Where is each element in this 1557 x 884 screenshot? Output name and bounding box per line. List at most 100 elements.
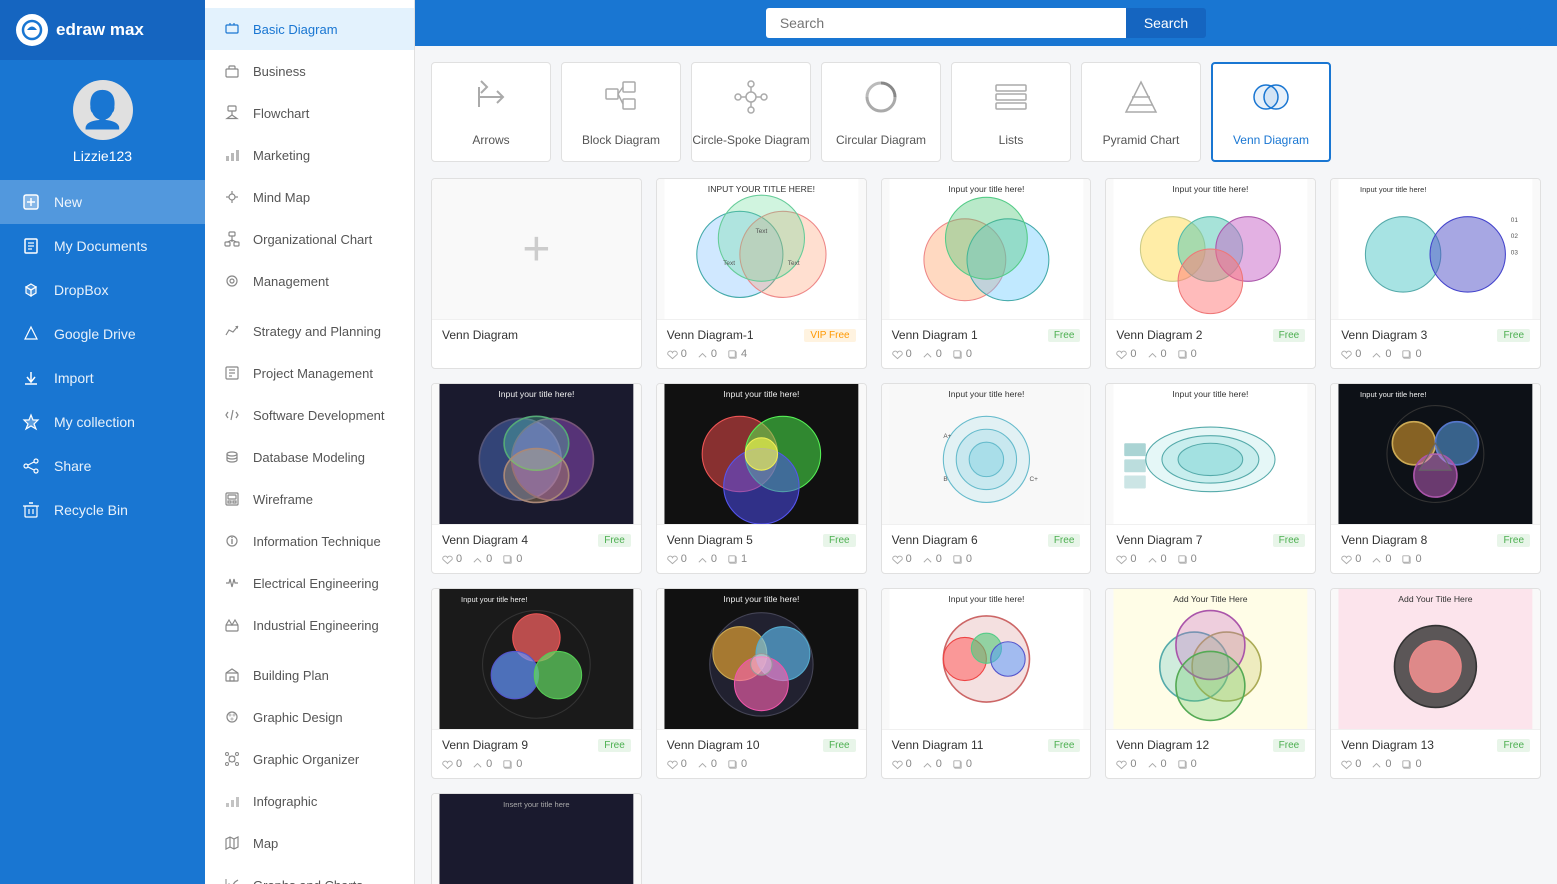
template-card-vd5[interactable]: Input your title here! Venn Diagram 5 Fr…	[656, 383, 867, 574]
sidebar-item-import[interactable]: Import	[0, 356, 205, 400]
template-card-vd13[interactable]: Add Your Title Here Venn Diagram 13 Free…	[1330, 588, 1541, 779]
svg-text:Input your title here!: Input your title here!	[723, 594, 799, 604]
template-name: Venn Diagram-1	[667, 328, 754, 342]
category-item-building-plan[interactable]: Building Plan	[205, 654, 414, 696]
template-card-vd7[interactable]: Input your title here! Venn Diagram 7 Fr…	[1105, 383, 1316, 574]
category-item-wireframe[interactable]: Wireframe	[205, 478, 414, 520]
heart-stat: 0	[1147, 348, 1167, 360]
template-card-new[interactable]: + Venn Diagram	[431, 178, 642, 369]
electrical-engineering-cat-icon	[221, 572, 243, 594]
template-thumb-vd-a1: Input your title here!	[882, 179, 1091, 319]
app-logo	[16, 14, 48, 46]
template-badge: Free	[1497, 739, 1530, 752]
sidebar-item-my-collection[interactable]: My collection	[0, 400, 205, 444]
cat-icon-card-circle-spoke-diagram[interactable]: Circle-Spoke Diagram	[691, 62, 811, 162]
category-item-map[interactable]: Map	[205, 822, 414, 864]
template-info: Venn Diagram 10 Free 0 0 0	[657, 729, 866, 778]
category-item-management[interactable]: Management	[205, 260, 414, 302]
svg-text:Text: Text	[723, 260, 735, 267]
category-item-label: Business	[253, 64, 306, 79]
template-name: Venn Diagram 9	[442, 738, 528, 752]
template-title-row: Venn Diagram 11 Free	[892, 738, 1081, 752]
template-card-vd8[interactable]: Input your title here! Venn Diagram 8 Fr…	[1330, 383, 1541, 574]
information-technique-cat-icon	[221, 530, 243, 552]
template-title-row: Venn Diagram 7 Free	[1116, 533, 1305, 547]
category-item-marketing[interactable]: Marketing	[205, 134, 414, 176]
sidebar-item-my-documents[interactable]: My Documents	[0, 224, 205, 268]
template-card-vd9[interactable]: Input your title here! Venn Diagram 9 Fr…	[431, 588, 642, 779]
copy-stat: 1	[727, 553, 747, 565]
user-avatar-icon[interactable]: 👤	[1510, 10, 1537, 36]
template-card-vd10[interactable]: Input your title here! Venn Diagram 10 F…	[656, 588, 867, 779]
template-badge: Free	[1048, 534, 1081, 547]
search-button[interactable]: Search	[1126, 8, 1206, 38]
category-item-industrial-engineering[interactable]: Industrial Engineering	[205, 604, 414, 646]
template-card-vd6[interactable]: Input your title here! A+ B C+ Venn Diag…	[881, 383, 1092, 574]
sidebar-item-share[interactable]: Share	[0, 444, 205, 488]
template-card-vd14[interactable]: Insert your title here Insert your title…	[431, 793, 642, 884]
template-info: Venn Diagram 9 Free 0 0 0	[432, 729, 641, 778]
template-card-vd-a1[interactable]: Input your title here! Venn Diagram 1 Fr…	[881, 178, 1092, 369]
category-item-business[interactable]: Business	[205, 50, 414, 92]
category-item-project-management[interactable]: Project Management	[205, 352, 414, 394]
cat-icon-card-venn-diagram[interactable]: Venn Diagram	[1211, 62, 1331, 162]
category-item-database-modeling[interactable]: Database Modeling	[205, 436, 414, 478]
sidebar-item-label: Google Drive	[54, 326, 136, 342]
sidebar-item-label: Recycle Bin	[54, 502, 128, 518]
svg-text:Input your title here!: Input your title here!	[1360, 390, 1426, 399]
template-badge: Free	[1273, 534, 1306, 547]
template-thumb-vd11: Input your title here!	[882, 589, 1091, 729]
template-card-vd11[interactable]: Input your title here! Venn Diagram 11 F…	[881, 588, 1092, 779]
category-item-graphs-and-charts[interactable]: Graphs and Charts	[205, 864, 414, 884]
template-new-thumb: +	[432, 179, 641, 319]
template-card-vd12[interactable]: Add Your Title Here Venn Diagram 12 Free…	[1105, 588, 1316, 779]
template-name: Venn Diagram 1	[892, 328, 978, 342]
like-stat: 0	[1341, 553, 1361, 565]
template-card-vd3[interactable]: Input your title here! 01 02 03 Venn Dia…	[1330, 178, 1541, 369]
sidebar-item-google-drive[interactable]: Google Drive	[0, 312, 205, 356]
software-development-cat-icon	[221, 404, 243, 426]
category-item-label: Graphic Design	[253, 710, 343, 725]
cat-icon-card-circular-diagram[interactable]: Circular Diagram	[821, 62, 941, 162]
category-item-basic-diagram[interactable]: Basic Diagram	[205, 8, 414, 50]
category-item-label: Organizational Chart	[253, 232, 372, 247]
category-item-mind-map[interactable]: Mind Map	[205, 176, 414, 218]
category-item-graphic-design[interactable]: Graphic Design	[205, 696, 414, 738]
template-name: Venn Diagram 7	[1116, 533, 1202, 547]
app-header: edraw max	[0, 0, 205, 60]
category-item-organizational-chart[interactable]: Organizational Chart	[205, 218, 414, 260]
template-thumb-vd2: Input your title here!	[1106, 179, 1315, 319]
cat-icon-card-lists[interactable]: Lists	[951, 62, 1071, 162]
sidebar-item-recycle-bin[interactable]: Recycle Bin	[0, 488, 205, 532]
template-info: Venn Diagram 6 Free 0 0 0	[882, 524, 1091, 573]
search-container: Search	[766, 8, 1206, 38]
sidebar-item-new[interactable]: New	[0, 180, 205, 224]
category-item-electrical-engineering[interactable]: Electrical Engineering	[205, 562, 414, 604]
heart-stat: 0	[922, 758, 942, 770]
template-info: Venn Diagram 1 Free 0 0 0	[882, 319, 1091, 368]
like-stat: 0	[1116, 758, 1136, 770]
template-title-row: Venn Diagram	[442, 328, 631, 342]
category-item-flowchart[interactable]: Flowchart	[205, 92, 414, 134]
cat-icon-card-pyramid-chart[interactable]: Pyramid Chart	[1081, 62, 1201, 162]
graphic-design-cat-icon	[221, 706, 243, 728]
category-item-graphic-organizer[interactable]: Graphic Organizer	[205, 738, 414, 780]
heart-stat: 0	[1371, 758, 1391, 770]
template-card-vd2[interactable]: Input your title here! Venn Diagram 2 Fr…	[1105, 178, 1316, 369]
heart-stat: 0	[472, 758, 492, 770]
category-item-strategy-and-planning[interactable]: Strategy and Planning	[205, 310, 414, 352]
template-info: Venn Diagram 8 Free 0 0 0	[1331, 524, 1540, 573]
heart-stat: 0	[1371, 348, 1391, 360]
search-input[interactable]	[766, 8, 1126, 38]
template-card-vd1[interactable]: INPUT YOUR TITLE HERE! Text Text Text Ve…	[656, 178, 867, 369]
cat-icon-card-block-diagram[interactable]: Block Diagram	[561, 62, 681, 162]
category-item-software-development[interactable]: Software Development	[205, 394, 414, 436]
cat-icon-card-arrows[interactable]: Arrows	[431, 62, 551, 162]
svg-text:Input your title here!: Input your title here!	[1173, 184, 1249, 194]
category-item-information-technique[interactable]: Information Technique	[205, 520, 414, 562]
sidebar-item-dropbox[interactable]: DropBox	[0, 268, 205, 312]
template-card-vd4[interactable]: Input your title here! Venn Diagram 4 Fr…	[431, 383, 642, 574]
category-item-infographic[interactable]: Infographic	[205, 780, 414, 822]
copy-stat: 0	[952, 758, 972, 770]
templates-area: Arrows Block Diagram Circle-Spoke Diagra…	[415, 46, 1557, 884]
